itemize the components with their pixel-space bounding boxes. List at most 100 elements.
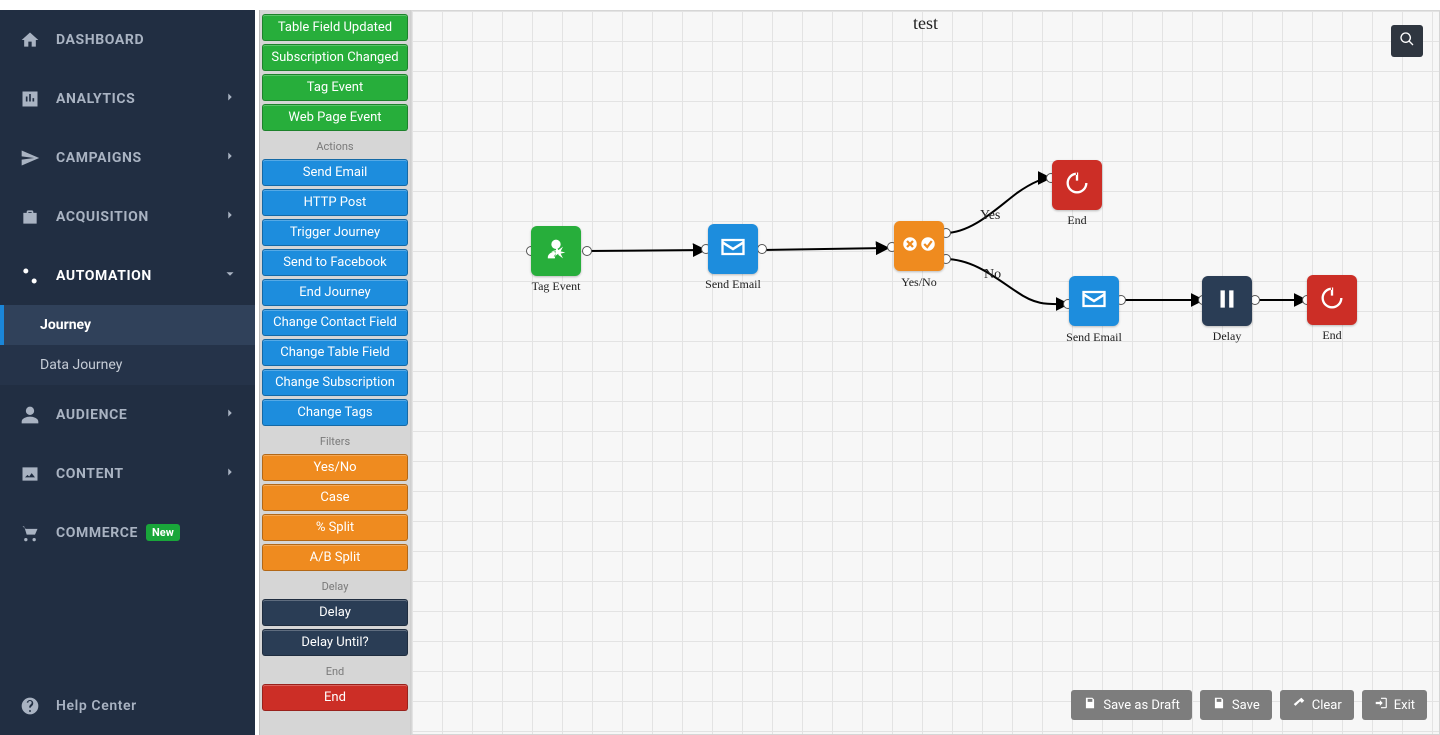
cart-icon <box>18 521 42 545</box>
nav-dashboard[interactable]: DASHBOARD <box>0 10 255 69</box>
node-label: End <box>1277 328 1387 343</box>
palette-filter-percent-split[interactable]: % Split <box>262 514 408 541</box>
mail-icon <box>1080 285 1108 317</box>
nav-content[interactable]: CONTENT <box>0 444 255 503</box>
eraser-icon <box>1292 696 1306 714</box>
chart-icon <box>18 87 42 111</box>
node-label: End <box>1022 213 1132 228</box>
exit-button[interactable]: Exit <box>1362 690 1427 720</box>
nav-campaigns[interactable]: CAMPAIGNS <box>0 128 255 187</box>
node-label: Send Email <box>1039 330 1149 345</box>
node-label: Tag Event <box>501 279 611 294</box>
nav-sub-journey[interactable]: Journey <box>0 305 255 345</box>
pause-icon <box>1214 286 1240 316</box>
nav-label: ACQUISITION <box>56 209 149 225</box>
save-icon <box>1212 696 1226 714</box>
image-icon <box>18 462 42 486</box>
save-icon <box>1083 696 1097 714</box>
palette-filter-ab-split[interactable]: A/B Split <box>262 544 408 571</box>
palette-action-change-tags[interactable]: Change Tags <box>262 399 408 426</box>
exit-icon <box>1374 696 1388 714</box>
yes-label: Yes <box>980 208 1000 224</box>
node-end-yes[interactable] <box>1052 160 1102 210</box>
palette-delay-header: Delay <box>260 574 410 599</box>
palette-action-send-email[interactable]: Send Email <box>262 159 408 186</box>
chevron-down-icon <box>223 267 237 285</box>
search-icon <box>1399 31 1415 51</box>
palette-delay-until[interactable]: Delay Until? <box>262 629 408 656</box>
nav-label: CAMPAIGNS <box>56 150 142 166</box>
chevron-right-icon <box>223 149 237 167</box>
node-send-email-1[interactable] <box>708 224 758 274</box>
palette-trigger-table-field-updated[interactable]: Table Field Updated <box>262 14 408 41</box>
chevron-right-icon <box>223 465 237 483</box>
node-yes-no[interactable] <box>894 221 944 271</box>
node-label: Delay <box>1172 329 1282 344</box>
nav-label: ANALYTICS <box>56 91 135 107</box>
button-label: Exit <box>1394 698 1415 713</box>
palette-end[interactable]: End <box>262 684 408 711</box>
node-delay[interactable] <box>1202 276 1252 326</box>
button-label: Save as Draft <box>1103 698 1180 713</box>
canvas-action-bar: Save as Draft Save Clear Exit <box>1071 690 1427 720</box>
nav-sub-label: Journey <box>40 317 91 333</box>
power-spin-icon <box>1063 169 1091 201</box>
nav-label: AUTOMATION <box>56 268 152 284</box>
nav-label: CONTENT <box>56 466 124 482</box>
node-label: Send Email <box>678 277 788 292</box>
nav-label: AUDIENCE <box>56 407 127 423</box>
palette-action-http-post[interactable]: HTTP Post <box>262 189 408 216</box>
node-send-email-2[interactable] <box>1069 276 1119 326</box>
node-end-no[interactable] <box>1307 275 1357 325</box>
new-badge: New <box>146 524 180 541</box>
nav-sub-label: Data Journey <box>40 357 122 373</box>
side-navigation: DASHBOARD ANALYTICS CAMPAIGNS ACQUISITIO… <box>0 10 255 735</box>
palette-action-change-subscription[interactable]: Change Subscription <box>262 369 408 396</box>
palette-delay-delay[interactable]: Delay <box>262 599 408 626</box>
palette-action-change-contact-field[interactable]: Change Contact Field <box>262 309 408 336</box>
flow-icon <box>18 264 42 288</box>
tag-event-icon <box>542 235 570 267</box>
canvas-search-button[interactable] <box>1391 25 1423 57</box>
palette-filters-header: Filters <box>260 429 410 454</box>
nav-label: DASHBOARD <box>56 32 144 48</box>
nav-label: Help Center <box>56 698 137 714</box>
user-icon <box>18 403 42 427</box>
yesno-icon <box>901 233 937 259</box>
palette-action-trigger-journey[interactable]: Trigger Journey <box>262 219 408 246</box>
nav-commerce[interactable]: COMMERCE New <box>0 503 255 562</box>
palette-filter-case[interactable]: Case <box>262 484 408 511</box>
send-icon <box>18 146 42 170</box>
palette-actions-header: Actions <box>260 134 410 159</box>
chevron-right-icon <box>223 90 237 108</box>
node-palette: Table Field Updated Subscription Changed… <box>259 10 411 735</box>
nav-analytics[interactable]: ANALYTICS <box>0 69 255 128</box>
palette-trigger-tag-event[interactable]: Tag Event <box>262 74 408 101</box>
nav-label: COMMERCE <box>56 525 138 541</box>
nav-audience[interactable]: AUDIENCE <box>0 385 255 444</box>
save-button[interactable]: Save <box>1200 690 1272 720</box>
button-label: Clear <box>1312 698 1342 713</box>
palette-end-header: End <box>260 659 410 684</box>
node-label: Yes/No <box>864 275 974 290</box>
clear-button[interactable]: Clear <box>1280 690 1354 720</box>
question-icon <box>18 694 42 718</box>
journey-title: test <box>412 13 1439 34</box>
nav-automation[interactable]: AUTOMATION <box>0 246 255 305</box>
journey-canvas[interactable]: test Tag Event <box>411 10 1440 735</box>
button-label: Save <box>1232 698 1260 713</box>
no-label: No <box>984 267 1001 283</box>
save-as-draft-button[interactable]: Save as Draft <box>1071 690 1192 720</box>
palette-action-end-journey[interactable]: End Journey <box>262 279 408 306</box>
briefcase-icon <box>18 205 42 229</box>
nav-sub-data-journey[interactable]: Data Journey <box>0 345 255 385</box>
node-tag-event[interactable] <box>531 226 581 276</box>
palette-action-change-table-field[interactable]: Change Table Field <box>262 339 408 366</box>
palette-trigger-subscription-changed[interactable]: Subscription Changed <box>262 44 408 71</box>
palette-action-send-to-facebook[interactable]: Send to Facebook <box>262 249 408 276</box>
nav-help-center[interactable]: Help Center <box>0 676 255 735</box>
palette-filter-yesno[interactable]: Yes/No <box>262 454 408 481</box>
palette-trigger-web-page-event[interactable]: Web Page Event <box>262 104 408 131</box>
nav-acquisition[interactable]: ACQUISITION <box>0 187 255 246</box>
mail-icon <box>719 233 747 265</box>
